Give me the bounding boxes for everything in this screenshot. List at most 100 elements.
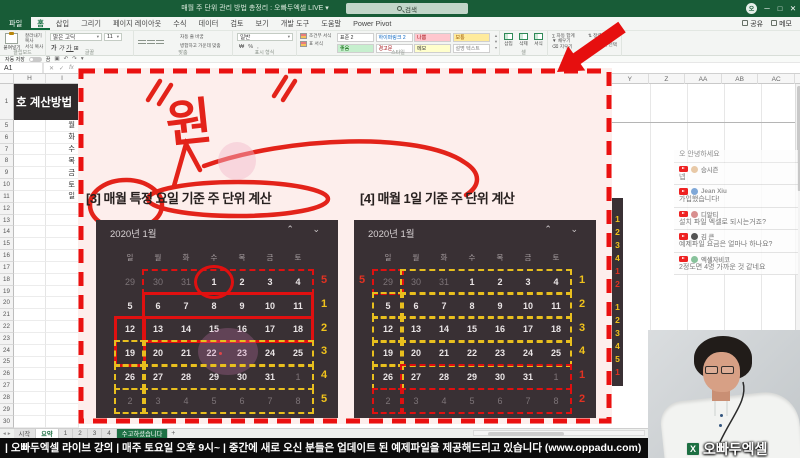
cell[interactable]	[14, 120, 46, 132]
merged-title-cell[interactable]: 호 계산방법	[14, 84, 79, 120]
cell[interactable]: 금	[46, 167, 79, 180]
undo-icon[interactable]: ↶	[64, 56, 69, 62]
cell[interactable]: 일	[46, 190, 79, 203]
cell[interactable]	[14, 179, 46, 191]
cell[interactable]	[14, 167, 46, 180]
cell[interactable]	[14, 226, 46, 239]
row-header-8[interactable]: 8	[0, 155, 14, 168]
cell[interactable]	[14, 415, 46, 428]
cell[interactable]	[46, 368, 79, 381]
cell[interactable]	[14, 380, 46, 393]
cell[interactable]	[46, 285, 79, 298]
cell[interactable]	[46, 332, 79, 345]
tab-삽입[interactable]: 삽입	[50, 17, 75, 30]
cell[interactable]	[14, 273, 46, 286]
align-middle-icon[interactable]	[147, 40, 155, 46]
enter-icon[interactable]: ✓	[59, 65, 64, 72]
cell[interactable]	[46, 403, 79, 416]
cell[interactable]	[14, 392, 46, 404]
cell[interactable]	[14, 202, 46, 215]
merge-center-button[interactable]: 병합하고 가운데 맞춤	[180, 43, 221, 48]
tab-보기[interactable]: 보기	[250, 17, 275, 30]
cell[interactable]	[14, 321, 46, 333]
share-button[interactable]: 공유	[742, 19, 763, 29]
cell[interactable]	[46, 250, 79, 262]
row-header-5[interactable]: 5	[0, 120, 14, 132]
cell-style-표준 2[interactable]: 표준 2	[337, 33, 374, 42]
sheet-tab-2[interactable]: 2	[73, 429, 88, 438]
row-header-22[interactable]: 22	[0, 321, 14, 333]
row-header-16[interactable]: 16	[0, 250, 14, 262]
search-input[interactable]: 검색	[346, 3, 468, 14]
cell[interactable]	[14, 155, 46, 168]
tab-페이지 레이아웃[interactable]: 페이지 레이아웃	[107, 17, 167, 30]
minimize-button[interactable]: ─	[761, 0, 773, 17]
cell[interactable]	[46, 415, 79, 428]
row-header-23[interactable]: 23	[0, 332, 14, 345]
cell[interactable]	[14, 250, 46, 262]
row-header-10[interactable]: 10	[0, 179, 14, 191]
row-header-21[interactable]: 21	[0, 309, 14, 322]
tab-Power Pivot[interactable]: Power Pivot	[347, 17, 397, 30]
format-cells-button[interactable]: 서식	[531, 33, 546, 47]
cell[interactable]	[46, 261, 79, 274]
column-header-AB[interactable]: AB	[722, 74, 759, 84]
cancel-icon[interactable]: ✕	[49, 65, 54, 72]
cell[interactable]: 화	[46, 131, 79, 144]
row-header-24[interactable]: 24	[0, 344, 14, 357]
tab-파일[interactable]: 파일	[0, 17, 32, 30]
cell[interactable]	[46, 321, 79, 333]
row-header-29[interactable]: 29	[0, 403, 14, 416]
row-header-14[interactable]: 14	[0, 226, 14, 239]
sheet-nav-left-icon[interactable]: ◂	[3, 431, 6, 437]
cell[interactable]	[46, 309, 79, 322]
column-header[interactable]: H	[14, 74, 46, 83]
sheet-tab-요약[interactable]: 요약	[36, 429, 59, 438]
user-avatar[interactable]: 오	[746, 3, 757, 14]
add-sheet-button[interactable]: +	[168, 429, 178, 438]
memo-button[interactable]: 메모	[771, 19, 792, 29]
cell[interactable]	[46, 297, 79, 310]
column-header-Z[interactable]: Z	[649, 74, 686, 84]
redo-icon[interactable]: ↷	[72, 56, 77, 62]
cell[interactable]	[14, 332, 46, 345]
row-header-9[interactable]: 9	[0, 167, 14, 180]
cell[interactable]	[14, 214, 46, 227]
cell[interactable]	[46, 392, 79, 404]
cell[interactable]: 목	[46, 155, 79, 168]
conditional-formatting-button[interactable]: 조건부 서식	[300, 33, 331, 39]
tab-개발 도구[interactable]: 개발 도구	[275, 17, 315, 30]
row-header-19[interactable]: 19	[0, 285, 14, 298]
sheet-nav-right-icon[interactable]: ▸	[8, 431, 11, 437]
tab-그리기[interactable]: 그리기	[75, 17, 107, 30]
tab-데이터[interactable]: 데이터	[192, 17, 224, 30]
cell[interactable]	[14, 238, 46, 251]
row-header-28[interactable]: 28	[0, 392, 14, 404]
row-header-13[interactable]: 13	[0, 214, 14, 227]
column-header[interactable]: I	[46, 74, 79, 83]
row-header-6[interactable]: 6	[0, 131, 14, 144]
cell[interactable]	[14, 143, 46, 156]
row-header-30[interactable]: 30	[0, 415, 14, 428]
cell[interactable]: 토	[46, 179, 79, 191]
save-icon[interactable]: ▣	[54, 56, 59, 62]
cell[interactable]	[46, 344, 79, 357]
row-header-1[interactable]: 1	[0, 84, 14, 120]
horizontal-scrollbar[interactable]	[473, 430, 645, 436]
cell[interactable]	[14, 403, 46, 416]
cell[interactable]	[46, 214, 79, 227]
insert-cells-button[interactable]: 삽입	[501, 33, 516, 47]
row-header-7[interactable]: 7	[0, 143, 14, 156]
delete-cells-button[interactable]: 삭제	[516, 33, 531, 47]
cell[interactable]	[46, 226, 79, 239]
row-header-18[interactable]: 18	[0, 273, 14, 286]
cell[interactable]	[46, 202, 79, 215]
cell[interactable]	[14, 297, 46, 310]
wrap-text-button[interactable]: 자동 줄 바꿈	[180, 34, 221, 39]
cell[interactable]: 수	[46, 143, 79, 156]
font-size-select[interactable]: 11 ▾	[104, 33, 122, 41]
row-header-15[interactable]: 15	[0, 238, 14, 251]
cell[interactable]	[14, 356, 46, 369]
font-name-select[interactable]: 맑은 고딕 ▾	[50, 33, 102, 41]
align-bottom-icon[interactable]	[156, 40, 164, 46]
